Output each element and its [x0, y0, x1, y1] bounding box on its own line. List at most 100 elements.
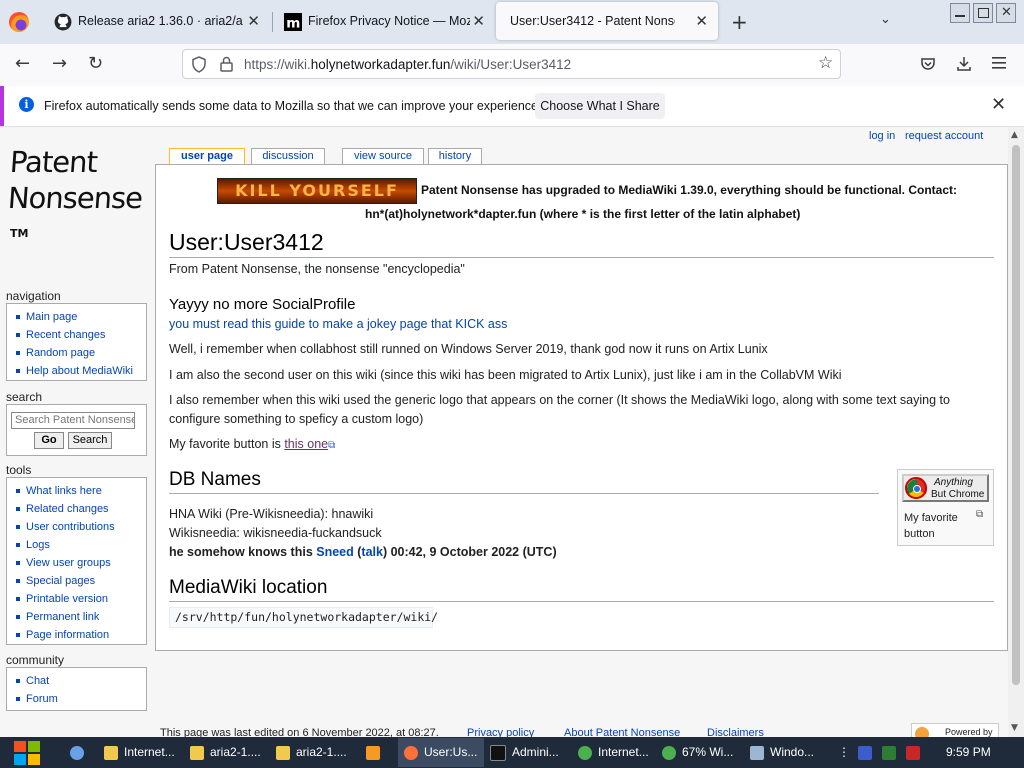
tab-user-page[interactable]: User:User3412 - Patent Nonsense ✕	[496, 2, 718, 40]
tools-page-information[interactable]: Page information	[16, 626, 146, 644]
tools-portlet: What links here Related changes User con…	[6, 477, 147, 645]
sneed-talk-link[interactable]: talk	[361, 545, 383, 559]
reload-icon[interactable]: ↻	[88, 53, 103, 74]
close-tab-icon[interactable]: ✕	[247, 12, 260, 30]
enlarge-icon[interactable]: ⧉	[976, 509, 983, 520]
sneed-user-link[interactable]: Sneed	[316, 545, 354, 559]
command-prompt-icon	[490, 744, 506, 761]
external-link-icon: ⧉	[328, 440, 336, 451]
request-account-link[interactable]: request account	[905, 130, 983, 142]
taskbar-item-aria2-1[interactable]: aria2-1....	[190, 738, 270, 767]
taskbar-item-firefox[interactable]: User:Us...	[398, 738, 484, 767]
page-viewport: Patent Nonsense TM navigation Main page …	[0, 127, 1008, 737]
site-tagline: From Patent Nonsense, the nonsense "ency…	[169, 262, 465, 276]
powered-by-mediawiki-badge[interactable]: Powered by	[911, 723, 999, 737]
pocket-icon[interactable]	[920, 56, 936, 72]
taskbar-overflow-icon[interactable]: ⋮	[838, 738, 850, 767]
github-icon	[54, 13, 72, 31]
close-window-button[interactable]: ✕	[996, 3, 1016, 23]
tab-user-page[interactable]: user page	[169, 148, 245, 164]
nav-help[interactable]: Help about MediaWiki	[16, 362, 146, 380]
signature-time: ) 00:42, 9 October 2022 (UTC)	[382, 545, 557, 559]
taskbar-item-internet-1[interactable]: Internet...	[104, 738, 184, 767]
tab-discussion[interactable]: discussion	[251, 148, 325, 164]
choose-what-i-share-button[interactable]: Choose What I Share	[535, 93, 665, 119]
vertical-scrollbar[interactable]: ▲ ▼	[1008, 127, 1024, 737]
system-clock[interactable]: 9:59 PM	[946, 745, 991, 759]
taskbar-item-internet-2[interactable]: Internet...	[578, 738, 660, 767]
lock-icon[interactable]	[220, 56, 233, 72]
guide-link[interactable]: you must read this guide to make a jokey…	[169, 317, 507, 331]
close-tab-icon[interactable]: ✕	[695, 12, 708, 30]
nav-main-page[interactable]: Main page	[16, 308, 146, 326]
anything-but-chrome-button[interactable]: Anything But Chrome	[902, 474, 989, 502]
this-one-link[interactable]: this one	[284, 437, 328, 451]
shield-icon[interactable]	[191, 56, 207, 73]
favorite-button-prefix: My favorite button is	[169, 437, 285, 451]
disclaimers-link[interactable]: Disclaimers	[707, 727, 764, 737]
list-all-tabs-icon[interactable]: ⌄	[880, 12, 891, 27]
nav-recent-changes[interactable]: Recent changes	[16, 326, 146, 344]
back-arrow-icon[interactable]: ←	[15, 53, 30, 74]
scrollbar-thumb[interactable]	[1012, 145, 1020, 685]
community-chat[interactable]: Chat	[16, 672, 146, 690]
about-link[interactable]: About Patent Nonsense	[564, 727, 680, 737]
signature-prefix: he somehow knows this	[169, 545, 317, 559]
tab-history[interactable]: history	[428, 148, 482, 164]
community-forum[interactable]: Forum	[16, 690, 146, 708]
url-text: https://wiki.holynetworkadapter.fun/wiki…	[244, 57, 571, 72]
network-tray-icon[interactable]	[882, 738, 898, 767]
go-button[interactable]: Go	[34, 432, 64, 449]
taskbar-label: Windo...	[770, 745, 815, 759]
search-input[interactable]: Search Patent Nonsense	[11, 412, 135, 429]
language-flag-icon[interactable]	[858, 738, 874, 767]
search-button[interactable]: Search	[68, 432, 112, 449]
taskbar-item-aria2-2[interactable]: aria2-1....	[276, 738, 356, 767]
taskbar-label: 67% Wi...	[682, 745, 734, 759]
volume-muted-icon[interactable]	[906, 738, 922, 767]
tab-firefox-privacy[interactable]: m Firefox Privacy Notice — Mozilla ✕	[272, 0, 495, 44]
restore-window-button[interactable]	[973, 3, 993, 23]
tools-what-links-here[interactable]: What links here	[16, 482, 146, 500]
firefox-menu-icon[interactable]	[9, 12, 29, 32]
site-logo[interactable]: Patent Nonsense TM	[6, 141, 146, 251]
mediawiki-path-code: /srv/http/fun/holynetworkadapter/wiki/	[169, 607, 438, 628]
forward-arrow-icon[interactable]: →	[52, 53, 67, 74]
hamburger-menu-icon[interactable]	[992, 57, 1006, 69]
tools-printable-version[interactable]: Printable version	[16, 590, 146, 608]
tools-permanent-link[interactable]: Permanent link	[16, 608, 146, 626]
taskbar-item-windows[interactable]: Windo...	[750, 738, 830, 767]
paragraph-logo-line-1: I also remember when this wiki used the …	[169, 393, 950, 407]
minimize-window-button[interactable]	[950, 3, 970, 23]
nav-random-page[interactable]: Random page	[16, 344, 146, 362]
notification-message: Firefox automatically sends some data to…	[44, 99, 542, 113]
notification-stripe	[0, 86, 4, 126]
close-tab-icon[interactable]: ✕	[472, 12, 485, 30]
tab-aria2-release[interactable]: Release aria2 1.36.0 · aria2/aria2 ✕	[42, 0, 270, 44]
location-divider	[169, 601, 994, 602]
scroll-up-arrow-icon[interactable]: ▲	[1011, 130, 1018, 140]
taskbar-item-media[interactable]	[366, 738, 386, 767]
tools-related-changes[interactable]: Related changes	[16, 500, 146, 518]
new-tab-icon[interactable]: +	[731, 10, 748, 34]
taskbar-item-admin-cmd[interactable]: Admini...	[490, 738, 574, 767]
log-in-link[interactable]: log in	[869, 130, 895, 142]
tools-user-contributions[interactable]: User contributions	[16, 518, 146, 536]
windows-start-icon[interactable]	[12, 738, 42, 767]
taskbar-item-download[interactable]: 67% Wi...	[662, 738, 744, 767]
tab-view-source[interactable]: view source	[342, 148, 424, 164]
url-bar[interactable]: https://wiki.holynetworkadapter.fun/wiki…	[182, 49, 841, 79]
close-icon[interactable]: ✕	[991, 94, 1006, 115]
privacy-policy-link[interactable]: Privacy policy	[467, 727, 534, 737]
bookmark-star-icon[interactable]: ☆	[818, 53, 833, 73]
section-heading-db-names: DB Names	[169, 469, 261, 490]
tools-view-user-groups[interactable]: View user groups	[16, 554, 146, 572]
tools-special-pages[interactable]: Special pages	[16, 572, 146, 590]
folder-icon	[104, 745, 118, 760]
network-icon	[578, 745, 592, 760]
task-view-icon[interactable]	[70, 738, 88, 767]
downloads-icon[interactable]	[956, 55, 972, 72]
scroll-down-arrow-icon[interactable]: ▼	[1011, 723, 1018, 733]
tools-logs[interactable]: Logs	[16, 536, 146, 554]
paragraph-logo-line-2: configure something to speficy a custom …	[169, 412, 424, 426]
